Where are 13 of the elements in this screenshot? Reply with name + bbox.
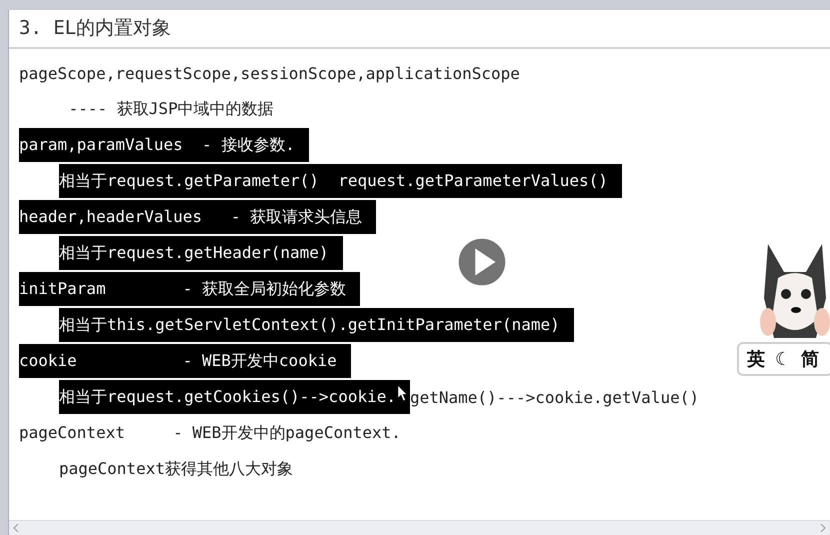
- mouse-cursor-icon: [397, 384, 408, 402]
- section-heading: 3. EL的内置对象: [9, 10, 830, 49]
- language-toggle[interactable]: 英: [747, 347, 765, 371]
- text-line: ---- 获取JSP中域中的数据: [68, 98, 274, 120]
- script-toggle[interactable]: 简: [801, 347, 820, 371]
- scroll-left-icon[interactable]: [13, 524, 19, 532]
- horizontal-scrollbar[interactable]: [9, 520, 830, 535]
- text-line: pageContext - WEB开发中的pageContext.: [19, 422, 401, 444]
- scroll-right-icon[interactable]: [820, 524, 826, 532]
- text-line: getName()--->cookie.getValue(): [410, 386, 699, 408]
- text-line: pageScope,requestScope,sessionScope,applicationScope: [19, 62, 520, 84]
- text-line: pageContext获得其他八大对象: [59, 458, 293, 480]
- theme-toggle[interactable]: ☾: [775, 348, 792, 370]
